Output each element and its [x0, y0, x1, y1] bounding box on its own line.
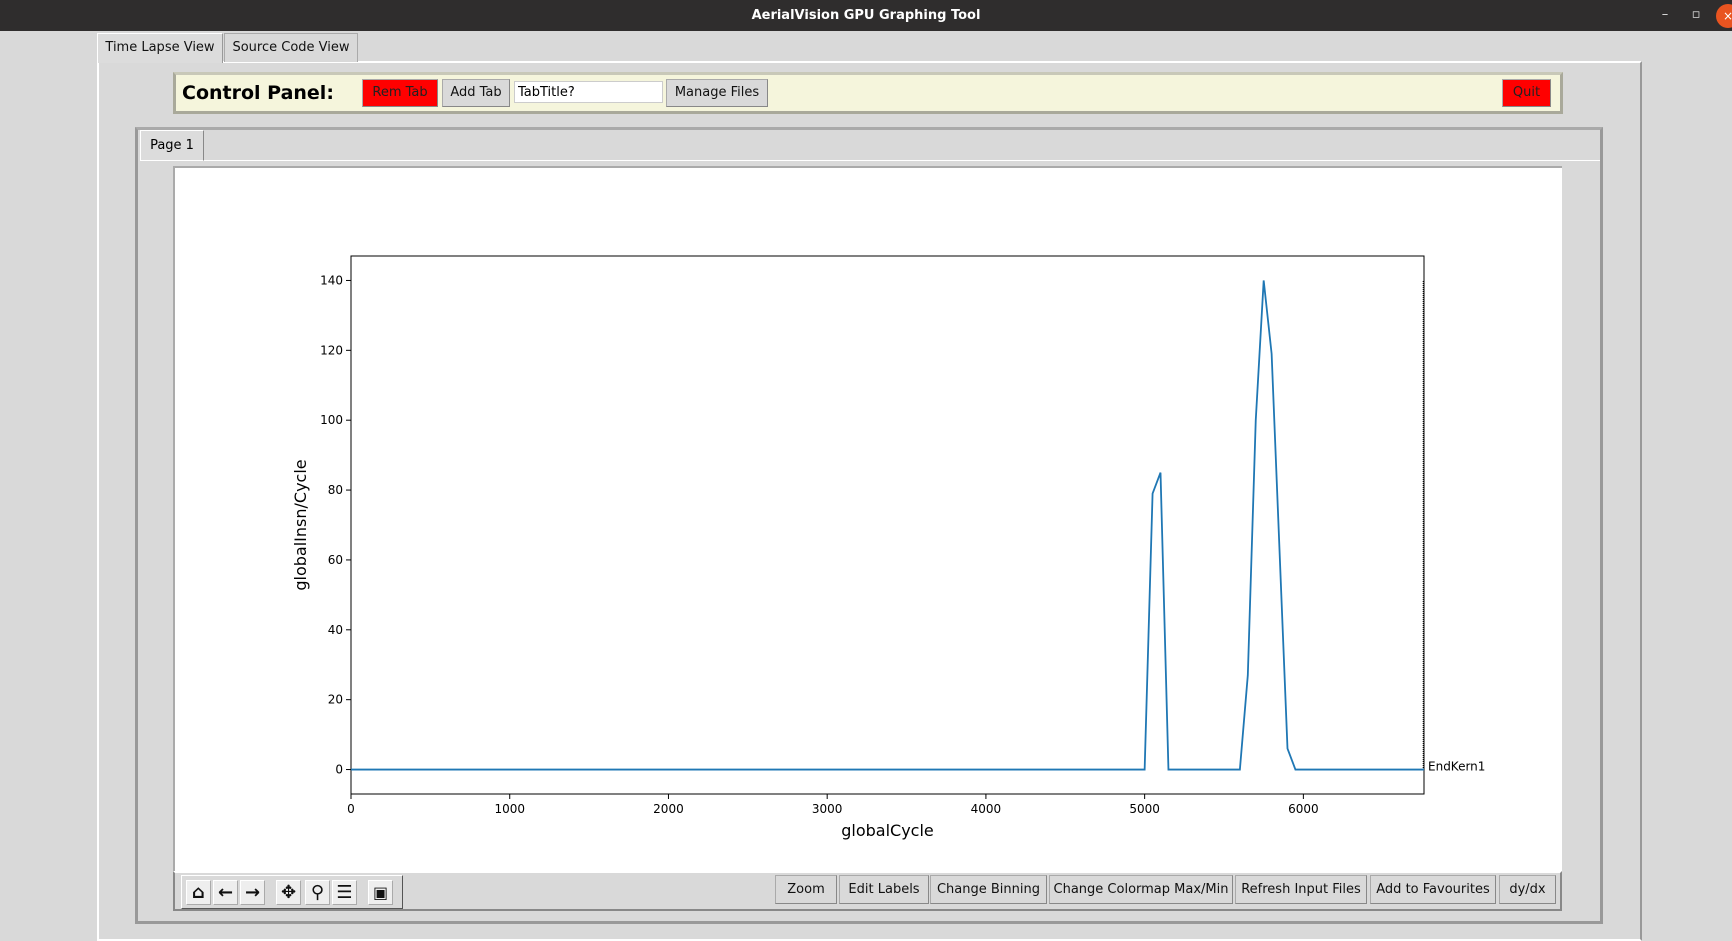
rem-tab-button[interactable]: Rem Tab: [362, 79, 438, 107]
edit-labels-button[interactable]: Edit Labels: [839, 875, 929, 904]
minimize-button[interactable]: –: [1654, 4, 1676, 26]
home-icon[interactable]: ⌂: [186, 880, 211, 905]
plot-canvas[interactable]: 0 1000 2000 3000 4000 5000 6000 0 20 40 60 80 100 120…: [173, 166, 1562, 871]
y-tick-label: 20: [328, 693, 343, 707]
y-axis-label: globalInsn/Cycle: [291, 459, 310, 590]
window-title: AerialVision GPU Graphing Tool: [751, 8, 981, 23]
series-line: [351, 280, 1424, 771]
manage-files-button[interactable]: Manage Files: [666, 79, 768, 107]
configure-subplots-icon[interactable]: ☰: [332, 880, 357, 905]
y-tick-label: 140: [320, 273, 343, 287]
y-tick-label: 100: [320, 413, 343, 427]
tab-title-input[interactable]: [514, 81, 663, 103]
change-colormap-button[interactable]: Change Colormap Max/Min: [1049, 875, 1233, 904]
dy-dx-button[interactable]: dy/dx: [1499, 875, 1556, 904]
y-tick-label: 80: [328, 483, 343, 497]
zoom-magnifier-icon[interactable]: ⚲: [305, 880, 330, 905]
tab-time-lapse-view[interactable]: Time Lapse View: [97, 33, 223, 63]
back-arrow-icon[interactable]: ←: [213, 880, 238, 905]
x-tick-label: 5000: [1129, 802, 1160, 816]
divider: [204, 160, 1600, 161]
x-tick-label: 4000: [971, 802, 1002, 816]
y-tick-label: 120: [320, 343, 343, 357]
tab-page-1[interactable]: Page 1: [140, 130, 204, 161]
change-binning-button[interactable]: Change Binning: [930, 875, 1047, 904]
pan-icon[interactable]: ✥: [276, 880, 301, 905]
refresh-input-files-button[interactable]: Refresh Input Files: [1235, 875, 1367, 904]
add-tab-button[interactable]: Add Tab: [442, 79, 510, 107]
forward-arrow-icon[interactable]: →: [240, 880, 265, 905]
line-chart: 0 1000 2000 3000 4000 5000 6000 0 20 40 60 80 100 120…: [291, 255, 1485, 840]
y-tick-label: 60: [328, 553, 343, 567]
y-tick-label: 0: [335, 763, 343, 777]
tab-source-code-view[interactable]: Source Code View: [224, 33, 358, 62]
x-axis-label: globalCycle: [841, 821, 934, 840]
window-titlebar: AerialVision GPU Graphing Tool: [0, 0, 1732, 31]
control-panel-title: Control Panel:: [182, 82, 334, 104]
maximize-button[interactable]: ▫: [1685, 4, 1707, 26]
add-to-favourites-button[interactable]: Add to Favourites: [1370, 875, 1496, 904]
plot-toolbar: ⌂ ← → ✥ ⚲ ☰ ▣ Zoom Edit Labels Change Bi…: [173, 871, 1562, 911]
x-tick-label: 3000: [812, 802, 843, 816]
control-panel: Control Panel: Rem Tab Add Tab Manage Fi…: [173, 72, 1563, 114]
save-icon[interactable]: ▣: [368, 880, 393, 905]
y-tick-label: 40: [328, 623, 343, 637]
end-kernel-label: EndKern1: [1428, 760, 1485, 774]
x-tick-label: 6000: [1288, 802, 1319, 816]
navigation-toolbar: ⌂ ← → ✥ ⚲ ☰ ▣: [181, 875, 403, 909]
zoom-button[interactable]: Zoom: [775, 875, 837, 904]
x-tick-label: 2000: [653, 802, 684, 816]
x-tick-label: 0: [347, 802, 355, 816]
x-tick-label: 1000: [494, 802, 525, 816]
quit-button[interactable]: Quit: [1502, 79, 1551, 107]
plot-axes-frame: [350, 255, 1425, 795]
